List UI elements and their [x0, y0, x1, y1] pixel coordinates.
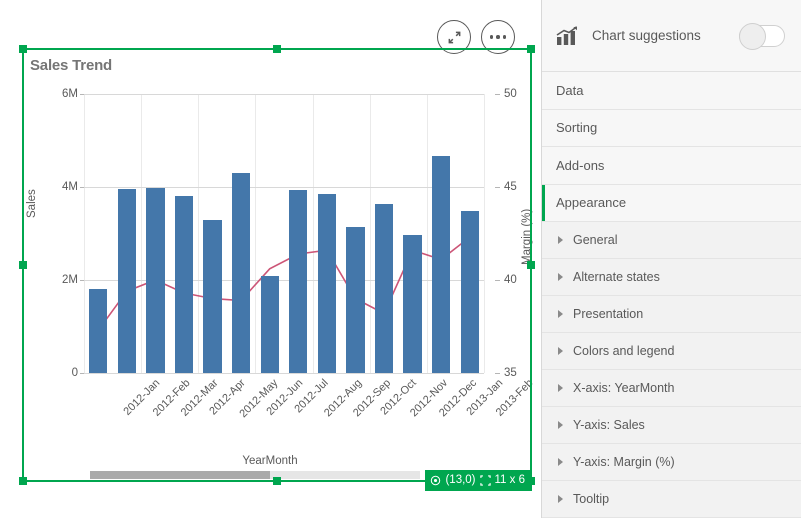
tick-mark	[495, 94, 500, 95]
expand-button[interactable]	[437, 20, 471, 54]
sidebar-section-label: Data	[556, 82, 584, 98]
selection-position: (13,0)	[445, 474, 476, 486]
appearance-item-x-axis-yearmonth[interactable]: X-axis: YearMonth	[542, 370, 801, 407]
resize-handle-middle-left[interactable]	[19, 261, 27, 269]
y-axis-left-tick: 6M	[62, 88, 78, 100]
y-axis-right-tick: 50	[504, 88, 517, 100]
appearance-item-tooltip[interactable]: Tooltip	[542, 481, 801, 518]
plot-area	[84, 94, 485, 374]
tick-mark	[495, 280, 500, 281]
appearance-item-general[interactable]: General	[542, 222, 801, 259]
sidebar-section-label: Appearance	[556, 195, 627, 211]
bar[interactable]	[232, 173, 251, 373]
y-axis-left-tick: 4M	[62, 181, 78, 193]
appearance-item-label: Y-axis: Sales	[573, 418, 645, 432]
chevron-right-icon	[558, 495, 563, 503]
appearance-item-y-axis-margin-[interactable]: Y-axis: Margin (%)	[542, 444, 801, 481]
sidebar-section-data[interactable]: Data	[542, 72, 801, 110]
bar[interactable]	[460, 211, 479, 373]
chevron-right-icon	[558, 421, 563, 429]
appearance-item-label: Tooltip	[573, 492, 610, 506]
y-axis-right-tick: 35	[504, 367, 517, 379]
resize-icon	[479, 475, 491, 486]
appearance-item-presentation[interactable]: Presentation	[542, 296, 801, 333]
gridline-horizontal	[84, 373, 484, 374]
appearance-item-label: Y-axis: Margin (%)	[573, 455, 675, 469]
horizontal-scrollbar[interactable]	[90, 471, 420, 479]
chevron-right-icon	[558, 347, 563, 355]
x-axis-labels: 2012-Jan 2012-Feb 2012-Mar 2012-Apr 2012-May…	[84, 377, 536, 439]
resize-handle-bottom-right[interactable]	[527, 477, 535, 485]
properties-sidebar: Chart suggestions Data Sorting Add-ons Appe…	[541, 0, 801, 518]
resize-handle-top-left[interactable]	[19, 45, 27, 53]
appearance-item-alternate-states[interactable]: Alternate states	[542, 259, 801, 296]
appearance-item-label: X-axis: YearMonth	[573, 381, 675, 395]
bar[interactable]	[317, 193, 336, 373]
bar[interactable]	[432, 155, 451, 373]
target-icon	[430, 475, 441, 486]
chart-title: Sales Trend	[30, 57, 113, 74]
chart-pane: Sales Trend 0 2M 4M 6M Sales 35 40 45 50 Margi…	[0, 0, 540, 518]
sidebar-section-label: Add-ons	[556, 157, 605, 173]
y-axis-right-tick: 40	[504, 274, 517, 286]
selection-size-badge: (13,0) 11 x 6	[425, 470, 532, 491]
ellipsis-icon	[489, 35, 507, 39]
chart-suggestions-row[interactable]: Chart suggestions	[542, 0, 801, 72]
x-axis-title: YearMonth	[242, 455, 298, 467]
gridline-vertical	[484, 94, 485, 373]
toggle-knob	[739, 22, 766, 50]
bar[interactable]	[289, 189, 308, 373]
bar[interactable]	[260, 275, 279, 373]
bar[interactable]	[89, 289, 108, 373]
y-axis-right-label: Margin (%)	[521, 208, 533, 265]
appearance-item-label: Colors and legend	[573, 344, 675, 358]
resize-handle-top-center[interactable]	[273, 45, 281, 53]
tick-mark	[495, 373, 500, 374]
chart-trend-icon	[556, 25, 582, 46]
chevron-right-icon	[558, 384, 563, 392]
sidebar-section-add-ons[interactable]: Add-ons	[542, 147, 801, 185]
scrollbar-thumb[interactable]	[90, 471, 270, 479]
expand-arrows-icon	[448, 31, 460, 43]
bar[interactable]	[146, 187, 165, 373]
appearance-item-label: Alternate states	[573, 270, 660, 284]
sidebar-section-label: Sorting	[556, 120, 598, 136]
chart-suggestions-toggle[interactable]	[739, 22, 785, 50]
bar[interactable]	[117, 188, 136, 373]
y-axis-left-tick: 2M	[62, 274, 78, 286]
bar[interactable]	[346, 227, 365, 373]
appearance-item-y-axis-sales[interactable]: Y-axis: Sales	[542, 407, 801, 444]
bar[interactable]	[403, 235, 422, 373]
y-axis-left-label: Sales	[26, 189, 38, 218]
chevron-right-icon	[558, 236, 563, 244]
chevron-right-icon	[558, 458, 563, 466]
bar[interactable]	[374, 204, 394, 373]
appearance-item-label: Presentation	[573, 307, 644, 321]
chevron-right-icon	[558, 273, 563, 281]
selection-size: 11 x 6	[494, 474, 525, 486]
bar[interactable]	[203, 220, 222, 373]
tick-mark	[495, 187, 500, 188]
appearance-item-colors-and-legend[interactable]: Colors and legend	[542, 333, 801, 370]
sidebar-sections: Data Sorting Add-ons Appearance	[542, 72, 801, 222]
bar[interactable]	[174, 195, 194, 373]
resize-handle-top-right[interactable]	[527, 45, 535, 53]
resize-handle-bottom-left[interactable]	[19, 477, 27, 485]
appearance-item-label: General	[573, 233, 618, 247]
y-axis-right-tick: 45	[504, 181, 517, 193]
y-axis-left: 0 2M 4M 6M	[40, 88, 85, 379]
sidebar-section-appearance[interactable]: Appearance	[542, 184, 801, 222]
y-axis-left-tick: 0	[71, 367, 78, 379]
sidebar-section-sorting[interactable]: Sorting	[542, 109, 801, 147]
appearance-subsection-list: General Alternate states Presentation Color…	[542, 222, 801, 518]
margin-line-series	[97, 236, 471, 331]
chevron-right-icon	[558, 310, 563, 318]
more-options-button[interactable]	[481, 20, 515, 54]
qlik-chart-editor: Sales Trend 0 2M 4M 6M Sales 35 40 45 50 Margi…	[0, 0, 801, 518]
chart-suggestions-label: Chart suggestions	[592, 28, 701, 43]
